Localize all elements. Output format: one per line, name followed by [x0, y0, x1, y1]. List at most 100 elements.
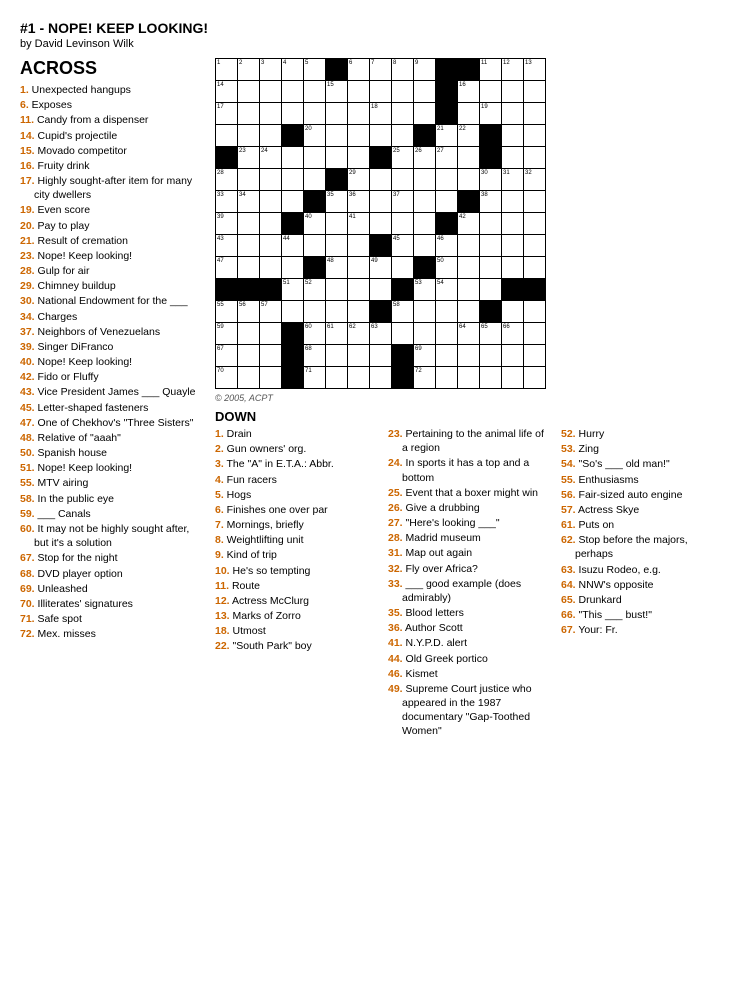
- cell-4-12: [480, 147, 502, 169]
- cell-14-5: [326, 367, 348, 389]
- cell-1-13: [502, 81, 524, 103]
- cell-13-0: 67: [216, 345, 238, 367]
- cell-7-6: 41: [348, 213, 370, 235]
- down-clue-26: 26. Give a drubbing: [388, 501, 551, 515]
- cell-7-0: 39: [216, 213, 238, 235]
- cell-9-1: [238, 257, 260, 279]
- across-clue-28: 28. Gulp for air: [20, 264, 205, 278]
- across-clue-71: 71. Safe spot: [20, 612, 205, 626]
- cell-9-9: [414, 257, 436, 279]
- cell-11-14: [524, 301, 546, 323]
- cell-9-10: 50: [436, 257, 458, 279]
- cell-11-13: [502, 301, 524, 323]
- across-clue-21: 21. Result of cremation: [20, 234, 205, 248]
- down-clue-24: 24. In sports it has a top and a bottom: [388, 456, 551, 484]
- cell-11-7: [370, 301, 392, 323]
- down-clue-64: 64. NNW's opposite: [561, 578, 724, 592]
- cell-4-5: [326, 147, 348, 169]
- cell-8-10: 46: [436, 235, 458, 257]
- copyright: © 2005, ACPT: [215, 393, 724, 403]
- cell-8-1: [238, 235, 260, 257]
- cell-14-4: 71: [304, 367, 326, 389]
- cell-5-7: [370, 169, 392, 191]
- across-clue-20: 20. Pay to play: [20, 219, 205, 233]
- cell-1-4: [304, 81, 326, 103]
- cell-0-3: 4: [282, 59, 304, 81]
- down-clue-31: 31. Map out again: [388, 546, 551, 560]
- cell-10-10: 54: [436, 279, 458, 301]
- cell-0-2: 3: [260, 59, 282, 81]
- cell-1-9: [414, 81, 436, 103]
- cell-2-3: [282, 103, 304, 125]
- cell-6-6: 36: [348, 191, 370, 213]
- cell-7-12: [480, 213, 502, 235]
- across-clue-37: 37. Neighbors of Venezuelans: [20, 325, 205, 339]
- cell-0-7: 7: [370, 59, 392, 81]
- cell-5-0: 28: [216, 169, 238, 191]
- cell-5-1: [238, 169, 260, 191]
- cell-10-1: [238, 279, 260, 301]
- cell-12-5: 61: [326, 323, 348, 345]
- down-clue-54: 54. "So's ___ old man!": [561, 457, 724, 471]
- across-clue-17: 17. Highly sought-after item for many ci…: [20, 174, 205, 202]
- cell-11-10: [436, 301, 458, 323]
- down-clue-23: 23. Pertaining to the animal life of a r…: [388, 427, 551, 455]
- cell-9-14: [524, 257, 546, 279]
- cell-12-7: 63: [370, 323, 392, 345]
- cell-8-11: [458, 235, 480, 257]
- across-clue-50: 50. Spanish house: [20, 446, 205, 460]
- cell-14-11: [458, 367, 480, 389]
- cell-14-1: [238, 367, 260, 389]
- cell-5-6: 29: [348, 169, 370, 191]
- cell-1-1: [238, 81, 260, 103]
- across-clue-45: 45. Letter-shaped fasteners: [20, 401, 205, 415]
- cell-3-5: [326, 125, 348, 147]
- cell-8-8: 45: [392, 235, 414, 257]
- cell-7-2: [260, 213, 282, 235]
- down-clue-53: 53. Zing: [561, 442, 724, 456]
- cell-3-2: [260, 125, 282, 147]
- cell-11-4: [304, 301, 326, 323]
- cell-14-9: 72: [414, 367, 436, 389]
- cell-6-8: 37: [392, 191, 414, 213]
- cell-1-2: [260, 81, 282, 103]
- cell-11-8: 58: [392, 301, 414, 323]
- cell-7-11: 42: [458, 213, 480, 235]
- cell-2-0: 17: [216, 103, 238, 125]
- cell-12-4: 60: [304, 323, 326, 345]
- down-clue-13: 13. Marks of Zorro: [215, 609, 378, 623]
- cell-5-11: [458, 169, 480, 191]
- across-clue-1: 1. Unexpected hangups: [20, 83, 205, 97]
- down-clue-44: 44. Old Greek portico: [388, 652, 551, 666]
- page-title: #1 - NOPE! KEEP LOOKING!: [20, 20, 724, 36]
- cell-9-8: [392, 257, 414, 279]
- down-clue-12: 12. Actress McClurg: [215, 594, 378, 608]
- down-clue-32: 32. Fly over Africa?: [388, 562, 551, 576]
- down-clue-8: 8. Weightlifting unit: [215, 533, 378, 547]
- cell-3-3: [282, 125, 304, 147]
- across-clue-43: 43. Vice President James ___ Quayle: [20, 385, 205, 399]
- cell-0-6: 6: [348, 59, 370, 81]
- cell-10-4: 52: [304, 279, 326, 301]
- cell-10-7: [370, 279, 392, 301]
- cell-3-9: [414, 125, 436, 147]
- cell-1-11: 16: [458, 81, 480, 103]
- cell-9-11: [458, 257, 480, 279]
- down-clue-7: 7. Mornings, briefly: [215, 518, 378, 532]
- cell-9-7: 49: [370, 257, 392, 279]
- down-clue-9: 9. Kind of trip: [215, 548, 378, 562]
- cell-12-13: 66: [502, 323, 524, 345]
- down-clue-66: 66. "This ___ bust!": [561, 608, 724, 622]
- cell-8-6: [348, 235, 370, 257]
- across-clue-30: 30. National Endowment for the ___: [20, 294, 205, 308]
- across-clue-48: 48. Relative of "aaah": [20, 431, 205, 445]
- across-clue-55: 55. MTV airing: [20, 476, 205, 490]
- cell-0-8: 8: [392, 59, 414, 81]
- cell-13-8: [392, 345, 414, 367]
- cell-6-9: [414, 191, 436, 213]
- across-clue-68: 68. DVD player option: [20, 567, 205, 581]
- down-clue-57: 57. Actress Skye: [561, 503, 724, 517]
- crossword-grid: 1234567891112131415161718192021222324252…: [215, 58, 546, 389]
- down-clue-6: 6. Finishes one over par: [215, 503, 378, 517]
- cell-14-7: [370, 367, 392, 389]
